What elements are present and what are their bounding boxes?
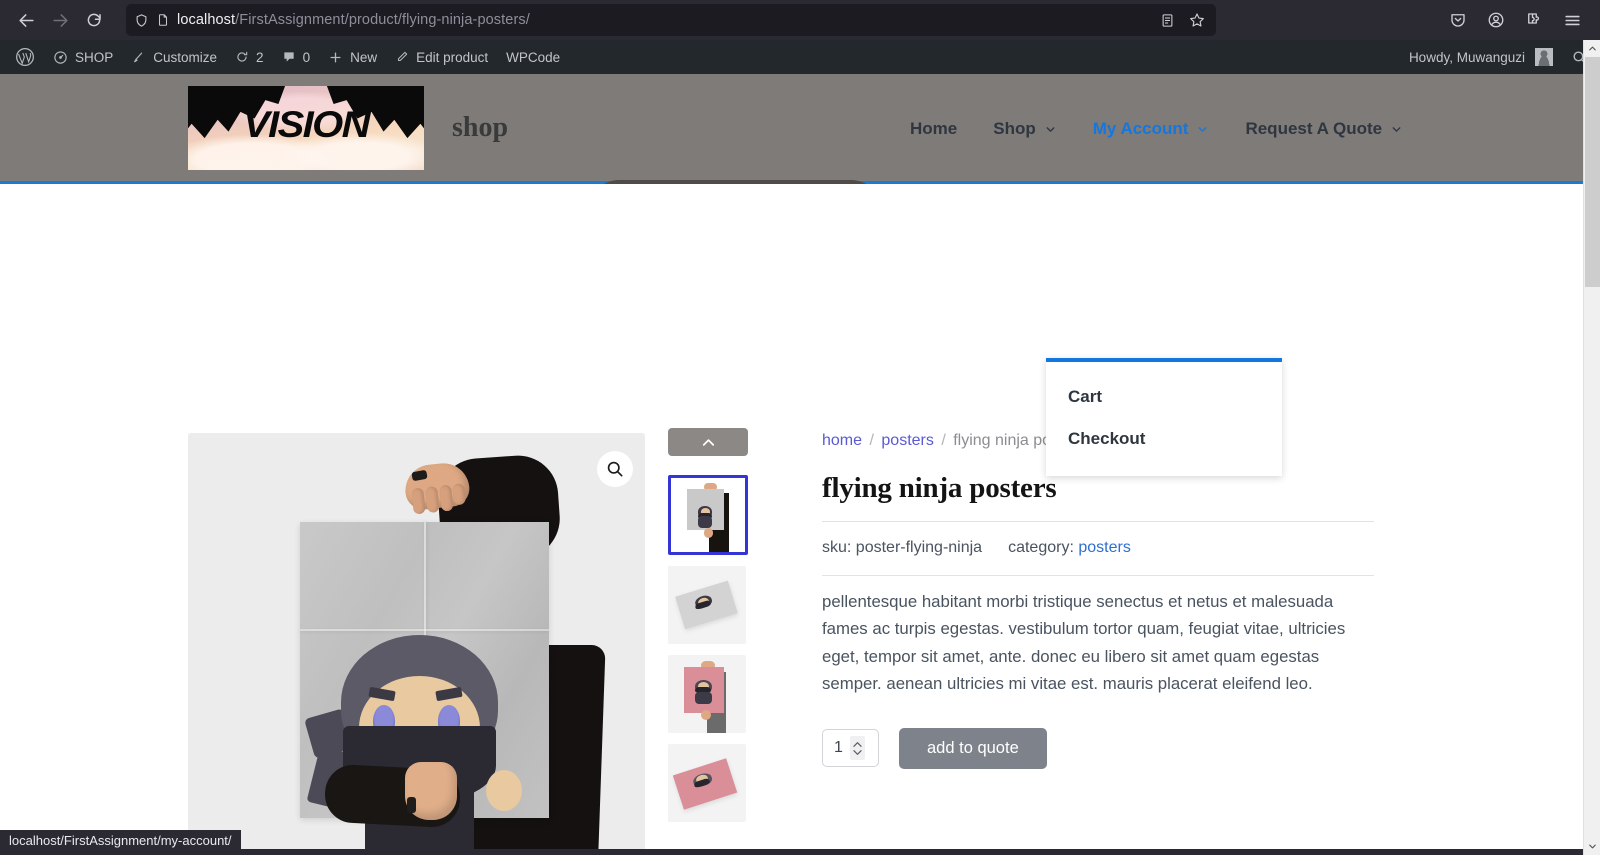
page-scrollbar[interactable] [1583,40,1600,855]
nav-label: Shop [993,119,1036,138]
pencil-icon [395,50,409,64]
wordpress-logo-button[interactable] [6,40,44,74]
thumbnail-gallery [668,428,748,852]
adminbar-item-comments[interactable]: 0 [273,40,320,74]
gallery-prev-button[interactable] [668,428,748,456]
nav-item-home[interactable]: Home [892,119,975,139]
vision-logo[interactable]: VISION [188,85,424,170]
adminbar-item-wpcode[interactable]: WPCode [497,40,569,74]
nav-label: Home [910,119,958,138]
adminbar-label: New [350,49,378,65]
dropdown-item-cart[interactable]: Cart [1046,376,1282,418]
back-button[interactable] [10,4,42,36]
wordpress-admin-bar: SHOP Customize 2 0 New Edit product WPCo… [0,40,1600,74]
chevron-down-icon [1044,123,1057,136]
adminbar-item-new[interactable]: New [319,40,386,74]
reload-button[interactable] [78,4,110,36]
adminbar-item-customize[interactable]: Customize [122,40,226,74]
howdy-greeting[interactable]: Howdy, Muwanguzi [1409,50,1525,65]
chevron-down-icon [1390,123,1403,136]
scrollbar-down-arrow[interactable] [1584,838,1600,855]
thumbnail-ninja-poster-flat-pink[interactable] [668,744,746,822]
logo-text: VISION [243,103,370,145]
category-link[interactable]: posters [1078,539,1130,556]
bookmark-star-icon[interactable] [1186,9,1208,31]
nav-item-shop[interactable]: Shop [975,119,1075,139]
adminbar-item-edit-product[interactable]: Edit product [386,40,497,74]
wordpress-logo-icon [15,47,35,67]
dropdown-item-checkout[interactable]: Checkout [1046,418,1282,460]
plus-icon [328,50,343,65]
hamburger-menu-icon[interactable] [1556,4,1588,36]
product-main-image[interactable] [188,433,645,852]
adminbar-item-updates[interactable]: 2 [226,40,273,74]
site-header: VISION shop search for best products... … [0,74,1600,242]
zoom-icon[interactable] [597,451,633,487]
product-description: pellentesque habitant morbi tristique se… [822,592,1346,694]
adminbar-label: Customize [153,49,218,65]
thumbnail-ninja-poster-flat-gray[interactable] [668,566,746,644]
scrollbar-thumb[interactable] [1585,57,1600,287]
forward-button[interactable] [44,4,76,36]
product-category: category: posters [1008,539,1131,557]
browser-toolbar: localhost/FirstAssignment/product/flying… [0,0,1600,40]
pocket-icon[interactable] [1442,4,1474,36]
page-title: flying ninja posters [822,472,1057,504]
site-tagline: shop [452,111,509,143]
reader-view-icon[interactable] [1156,9,1178,31]
purchase-row: 1 add to quote [822,724,1374,769]
quantity-spinner[interactable] [849,736,865,760]
nav-item-request-a-quote[interactable]: Request A Quote [1227,119,1421,139]
product-detail: home / posters / flying ninja posters fl… [822,432,1374,769]
thumbnail-ninja-poster-held-pink[interactable] [668,655,746,733]
scrollbar-up-arrow[interactable] [1584,40,1600,57]
adminbar-label: Edit product [416,49,489,65]
main-navigation: Home Shop My Account Request A Quote [892,74,1421,184]
url-text: localhost/FirstAssignment/product/flying… [177,12,530,28]
comment-bubble-icon [282,50,296,64]
adminbar-item-shop[interactable]: SHOP [44,40,122,74]
status-bar-link-preview: localhost/FirstAssignment/my-account/ [0,830,241,852]
account-circle-icon[interactable] [1480,4,1512,36]
nav-label: Request A Quote [1245,119,1383,138]
adminbar-label: 0 [302,49,311,65]
avatar[interactable] [1535,48,1553,66]
adminbar-label: WPCode [506,49,561,65]
sku-label: sku: [822,539,852,556]
quantity-stepper[interactable]: 1 [822,729,879,767]
adminbar-label: 2 [256,49,264,65]
product-sku: sku: poster-flying-ninja [822,539,982,557]
quantity-value[interactable]: 1 [834,739,843,757]
my-account-dropdown: Cart Checkout [1046,358,1282,476]
shield-icon [134,13,149,28]
dashboard-icon [53,50,68,65]
product-meta: sku: poster-flying-ninja category: poste… [822,522,1374,575]
address-bar[interactable]: localhost/FirstAssignment/product/flying… [126,4,1216,36]
page-icon [156,13,170,27]
extensions-icon[interactable] [1518,4,1550,36]
page-content: Cart Checkout home / posters / flying ni… [0,184,1600,852]
category-label: category: [1008,539,1074,556]
adminbar-label: SHOP [75,49,114,65]
breadcrumb-separator: / [869,432,874,449]
paintbrush-icon [131,50,146,65]
add-to-quote-button[interactable]: add to quote [899,727,1047,769]
breadcrumb-category[interactable]: posters [881,432,933,449]
nav-item-my-account[interactable]: My Account [1075,119,1228,139]
nav-label: My Account [1092,119,1189,138]
updates-icon [235,50,249,64]
thumbnail-ninja-poster-held-gray[interactable] [668,475,748,555]
breadcrumb-home[interactable]: home [822,432,862,449]
breadcrumb-separator: / [941,432,946,449]
sku-value: poster-flying-ninja [855,539,983,556]
chevron-down-icon [1196,123,1209,136]
